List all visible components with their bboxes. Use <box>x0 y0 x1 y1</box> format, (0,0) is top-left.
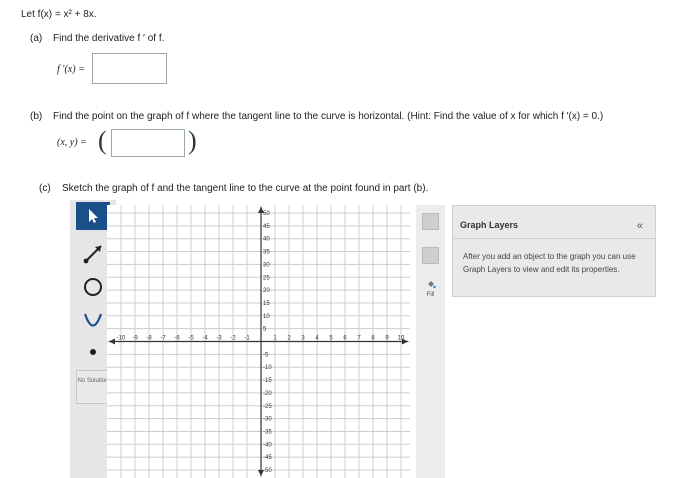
y-tick-label: -15 <box>263 378 272 384</box>
part-c-text: Sketch the graph of f and the tangent li… <box>62 183 429 194</box>
y-tick-label: -40 <box>263 442 272 448</box>
part-b-answer-label: (x, y) = <box>57 137 87 148</box>
y-tick-label: 15 <box>263 301 270 307</box>
dot-icon <box>90 349 96 355</box>
graph-layers-help-text: After you add an object to the graph you… <box>463 252 636 274</box>
y-tick-label: -20 <box>263 391 272 397</box>
no-solution-button[interactable]: No Solution <box>76 370 110 404</box>
parabola-icon <box>83 313 103 327</box>
fill-label: Fill <box>426 292 435 298</box>
y-tick-label: 35 <box>263 250 270 256</box>
x-tick-label: -8 <box>146 336 152 342</box>
part-a-text: Find the derivative f ′ of f. <box>53 33 165 44</box>
layers-divider <box>453 238 655 239</box>
line-tool[interactable] <box>76 240 110 268</box>
y-tick-label: 50 <box>263 211 270 217</box>
y-tick-label: -30 <box>263 417 272 423</box>
part-b-text: Find the point on the graph of f where t… <box>53 111 604 122</box>
x-tick-label: -1 <box>244 336 250 342</box>
x-tick-label: -6 <box>174 336 180 342</box>
y-tick-label: 20 <box>263 288 270 294</box>
circle-tool[interactable] <box>76 273 110 301</box>
x-tick-label: -7 <box>160 336 166 342</box>
part-a-answer-label: f ′(x) = <box>57 64 85 75</box>
line-segment-icon <box>83 245 102 264</box>
y-tick-label: -25 <box>263 404 272 410</box>
x-tick-label: -9 <box>132 336 138 342</box>
pointer-tool[interactable] <box>76 202 110 230</box>
y-tick-label: -10 <box>263 365 272 371</box>
part-b-label: (b) <box>30 111 43 122</box>
arrow-pointer-icon <box>89 209 98 223</box>
y-tick-label: 25 <box>263 275 270 281</box>
graph-canvas[interactable]: -10 -9 -8 -7 -6 -5 -4 -3 -2 -1 1 2 3 4 5 6 7 8 9 10 5045403… <box>107 205 410 478</box>
paint-bucket-icon <box>427 281 436 289</box>
y-tick-label: 40 <box>263 237 270 243</box>
y-tick-label: 10 <box>263 314 270 320</box>
left-paren: ( <box>98 126 107 155</box>
point-tool[interactable] <box>76 338 110 366</box>
x-tick-label: 10 <box>398 336 405 342</box>
y-tick-label: 30 <box>263 262 270 268</box>
x-tick-label: -10 <box>117 336 126 342</box>
collapse-panel-button[interactable]: « <box>637 220 643 232</box>
x-tick-label: -4 <box>202 336 208 342</box>
part-c-label: (c) <box>39 183 51 194</box>
point-answer-input[interactable] <box>111 129 185 157</box>
derivative-answer-input[interactable] <box>92 53 167 84</box>
x-tick-label: -3 <box>216 336 222 342</box>
y-tick-label: -35 <box>263 429 272 435</box>
y-tick-label: 45 <box>263 224 270 230</box>
graph-layers-panel: Graph Layers « After you add an object t… <box>452 205 656 297</box>
x-tick-label: -5 <box>188 336 194 342</box>
graph-sidebar: Fill <box>416 205 445 478</box>
y-tick-label: -5 <box>263 352 269 358</box>
x-tick-label: -2 <box>230 336 236 342</box>
parabola-tool[interactable] <box>76 306 110 334</box>
delete-button[interactable] <box>422 213 439 230</box>
graph-layers-title: Graph Layers <box>460 220 519 230</box>
undo-button[interactable] <box>422 247 439 264</box>
problem-intro: Let f(x) = x² + 8x. <box>21 9 97 20</box>
circle-icon <box>84 278 102 296</box>
right-paren: ) <box>188 126 197 155</box>
fill-button[interactable]: Fill <box>419 280 442 304</box>
y-tick-label: -45 <box>263 455 272 461</box>
part-a-label: (a) <box>30 33 43 44</box>
y-tick-label: -50 <box>263 468 272 474</box>
